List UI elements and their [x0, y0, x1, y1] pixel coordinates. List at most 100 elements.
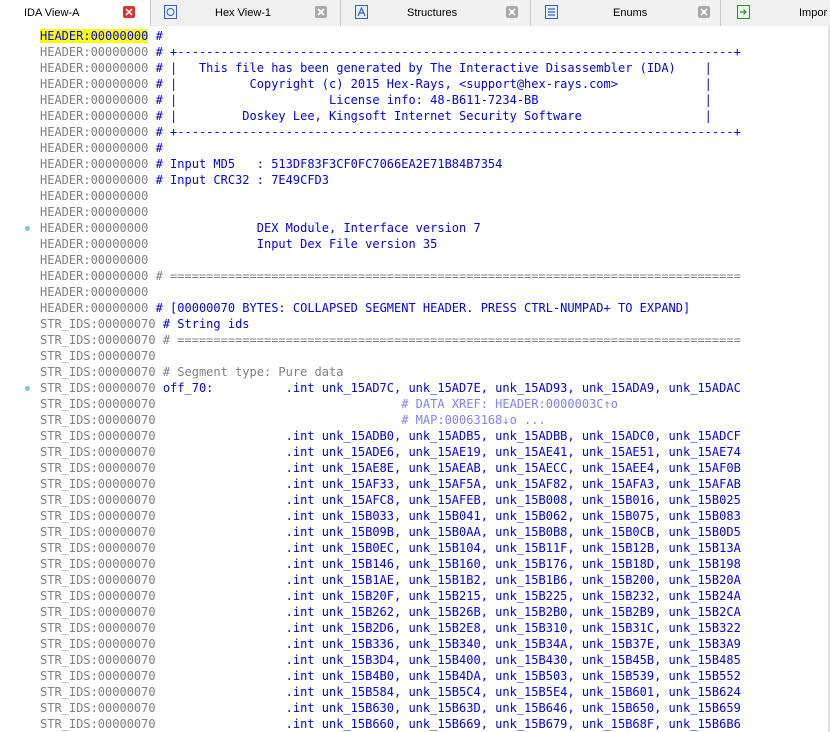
listing-line[interactable]: STR_IDS:00000070 .int unk_15B262, unk_15…	[40, 604, 741, 620]
disassembly-listing[interactable]: HEADER:00000000 # HEADER:00000000 # +----…	[0, 26, 830, 732]
listing-line[interactable]: HEADER:00000000 #	[40, 140, 163, 156]
line-address[interactable]: STR_IDS:00000070	[40, 429, 156, 443]
line-address[interactable]: STR_IDS:00000070	[40, 605, 156, 619]
listing-line[interactable]: HEADER:00000000 # | Copyright (c) 2015 H…	[40, 76, 712, 92]
line-address[interactable]: STR_IDS:00000070	[40, 397, 156, 411]
line-address[interactable]: STR_IDS:00000070	[40, 445, 156, 459]
listing-line[interactable]: STR_IDS:00000070 .int unk_15B0EC, unk_15…	[40, 540, 741, 556]
line-text[interactable]: # +-------------------------------------…	[148, 125, 741, 139]
listing-line[interactable]: STR_IDS:00000070 .int unk_15B660, unk_15…	[40, 716, 741, 732]
line-address[interactable]: HEADER:00000000	[40, 93, 148, 107]
line-text[interactable]: DEX Module, Interface version 7	[148, 221, 481, 235]
line-address[interactable]: HEADER:00000000	[40, 285, 148, 299]
breakpoint-dot-icon[interactable]	[25, 226, 30, 231]
listing-line[interactable]: HEADER:00000000 # ======================…	[40, 268, 741, 284]
listing-line[interactable]: STR_IDS:00000070 .int unk_15AF33, unk_15…	[40, 476, 741, 492]
line-text[interactable]: # Input MD5 : 513DF83F3CF0FC7066EA2E71B8…	[148, 157, 503, 171]
line-address[interactable]: STR_IDS:00000070	[40, 557, 156, 571]
comment-text[interactable]: # ======================================…	[156, 333, 741, 347]
xref-comment[interactable]: # MAP:00063168↓o ...	[156, 413, 546, 427]
listing-line[interactable]: HEADER:00000000 # +---------------------…	[40, 124, 741, 140]
listing-line[interactable]: STR_IDS:00000070 .int unk_15B2D6, unk_15…	[40, 620, 741, 636]
listing-line[interactable]: STR_IDS:00000070 .int unk_15B146, unk_15…	[40, 556, 741, 572]
listing-line[interactable]: STR_IDS:00000070 # String ids	[40, 316, 250, 332]
line-address[interactable]: HEADER:00000000	[40, 29, 149, 43]
line-address[interactable]: HEADER:00000000	[40, 189, 148, 203]
listing-line[interactable]: STR_IDS:00000070 # =====================…	[40, 332, 741, 348]
line-address[interactable]: HEADER:00000000	[40, 77, 148, 91]
tab-hex-view-1[interactable]: Hex View-1	[151, 0, 341, 26]
line-text[interactable]: # +-------------------------------------…	[148, 45, 741, 59]
line-text[interactable]: .int unk_15B660, unk_15B669, unk_15B679,…	[156, 717, 741, 731]
line-text[interactable]: .int unk_15B2D6, unk_15B2E8, unk_15B310,…	[156, 621, 741, 635]
line-text[interactable]: .int unk_15B146, unk_15B160, unk_15B176,…	[156, 557, 741, 571]
tab-enums[interactable]: Enums	[531, 0, 721, 26]
line-text[interactable]: # | This file has been generated by The …	[148, 61, 712, 75]
breakpoint-dot-icon[interactable]	[25, 386, 30, 391]
line-text[interactable]: .int unk_15AE8E, unk_15AEAB, unk_15AECC,…	[156, 461, 741, 475]
line-address[interactable]: STR_IDS:00000070	[40, 589, 156, 603]
listing-line[interactable]: HEADER:00000000	[40, 188, 148, 204]
line-address[interactable]: STR_IDS:00000070	[40, 541, 156, 555]
line-text[interactable]: .int unk_15B4B0, unk_15B4DA, unk_15B503,…	[156, 669, 741, 683]
close-icon[interactable]	[123, 6, 135, 18]
tab-ida-view-a[interactable]: IDA View-A	[0, 0, 151, 26]
line-address[interactable]: STR_IDS:00000070	[40, 365, 156, 379]
line-text[interactable]: .int unk_15B3D4, unk_15B400, unk_15B430,…	[156, 653, 741, 667]
line-text[interactable]: # | License info: 48-B611-7234-BB |	[148, 93, 712, 107]
listing-line[interactable]: STR_IDS:00000070 .int unk_15B336, unk_15…	[40, 636, 741, 652]
listing-line[interactable]: STR_IDS:00000070 .int unk_15AFC8, unk_15…	[40, 492, 741, 508]
line-address[interactable]: HEADER:00000000	[40, 61, 148, 75]
line-address[interactable]: STR_IDS:00000070	[40, 461, 156, 475]
line-address[interactable]: HEADER:00000000	[40, 173, 148, 187]
listing-line[interactable]: STR_IDS:00000070 .int unk_15ADE6, unk_15…	[40, 444, 741, 460]
line-address[interactable]: STR_IDS:00000070	[40, 493, 156, 507]
line-address[interactable]: HEADER:00000000	[40, 157, 148, 171]
listing-line[interactable]: STR_IDS:00000070 .int unk_15B3D4, unk_15…	[40, 652, 741, 668]
comment-text[interactable]: # ======================================…	[148, 269, 741, 283]
line-address[interactable]: STR_IDS:00000070	[40, 669, 156, 683]
line-text[interactable]: #	[148, 29, 163, 43]
line-address[interactable]: STR_IDS:00000070	[40, 573, 156, 587]
line-text[interactable]: .int unk_15B1AE, unk_15B1B2, unk_15B1B6,…	[156, 573, 741, 587]
listing-line[interactable]: STR_IDS:00000070 .int unk_15ADB0, unk_15…	[40, 428, 741, 444]
line-text[interactable]: # Input CRC32 : 7E49CFD3	[148, 173, 329, 187]
close-icon[interactable]	[698, 6, 710, 18]
listing-line[interactable]: HEADER:00000000 Input Dex File version 3…	[40, 236, 437, 252]
line-text[interactable]: .int unk_15B262, unk_15B26B, unk_15B2B0,…	[156, 605, 741, 619]
line-text[interactable]: .int unk_15B0EC, unk_15B104, unk_15B11F,…	[156, 541, 741, 555]
line-address[interactable]: STR_IDS:00000070	[40, 685, 156, 699]
line-text[interactable]: .int unk_15AF33, unk_15AF5A, unk_15AF82,…	[156, 477, 741, 491]
line-address[interactable]: STR_IDS:00000070	[40, 717, 156, 731]
xref-comment[interactable]: # DATA XREF: HEADER:0000003C↑o	[156, 397, 618, 411]
line-address[interactable]: STR_IDS:00000070	[40, 317, 156, 331]
line-address[interactable]: HEADER:00000000	[40, 221, 148, 235]
line-address[interactable]: HEADER:00000000	[40, 205, 148, 219]
line-address[interactable]: HEADER:00000000	[40, 269, 148, 283]
line-text[interactable]: .int unk_15B584, unk_15B5C4, unk_15B5E4,…	[156, 685, 741, 699]
listing-line[interactable]: STR_IDS:00000070 .int unk_15B033, unk_15…	[40, 508, 741, 524]
breakpoint-gutter[interactable]	[0, 26, 36, 732]
line-address[interactable]: STR_IDS:00000070	[40, 621, 156, 635]
listing-line[interactable]: STR_IDS:00000070	[40, 348, 156, 364]
line-address[interactable]: HEADER:00000000	[40, 109, 148, 123]
listing-line[interactable]: HEADER:00000000	[40, 284, 148, 300]
listing-line[interactable]: HEADER:00000000 # | Doskey Lee, Kingsoft…	[40, 108, 712, 124]
line-address[interactable]: STR_IDS:00000070	[40, 349, 156, 363]
line-address[interactable]: HEADER:00000000	[40, 253, 148, 267]
line-text[interactable]: .int unk_15B09B, unk_15B0AA, unk_15B0B8,…	[156, 525, 741, 539]
comment-text[interactable]: # Segment type: Pure data	[156, 365, 344, 379]
listing-line[interactable]: STR_IDS:00000070 .int unk_15B630, unk_15…	[40, 700, 741, 716]
listing-line[interactable]: HEADER:00000000 # [00000070 BYTES: COLLA…	[40, 300, 690, 316]
line-address[interactable]: HEADER:00000000	[40, 301, 148, 315]
listing-line[interactable]: STR_IDS:00000070 .int unk_15AE8E, unk_15…	[40, 460, 741, 476]
listing-line[interactable]: STR_IDS:00000070 # DATA XREF: HEADER:000…	[40, 396, 618, 412]
line-text[interactable]: off_70: .int unk_15AD7C, unk_15AD7E, unk…	[156, 381, 741, 395]
listing-line[interactable]: HEADER:00000000 DEX Module, Interface ve…	[40, 220, 481, 236]
listing-line[interactable]: HEADER:00000000	[40, 252, 148, 268]
listing-line[interactable]: STR_IDS:00000070 .int unk_15B1AE, unk_15…	[40, 572, 741, 588]
listing-line[interactable]: STR_IDS:00000070 .int unk_15B09B, unk_15…	[40, 524, 741, 540]
line-address[interactable]: STR_IDS:00000070	[40, 637, 156, 651]
close-icon[interactable]	[315, 6, 327, 18]
listing-line[interactable]: STR_IDS:00000070 .int unk_15B4B0, unk_15…	[40, 668, 741, 684]
